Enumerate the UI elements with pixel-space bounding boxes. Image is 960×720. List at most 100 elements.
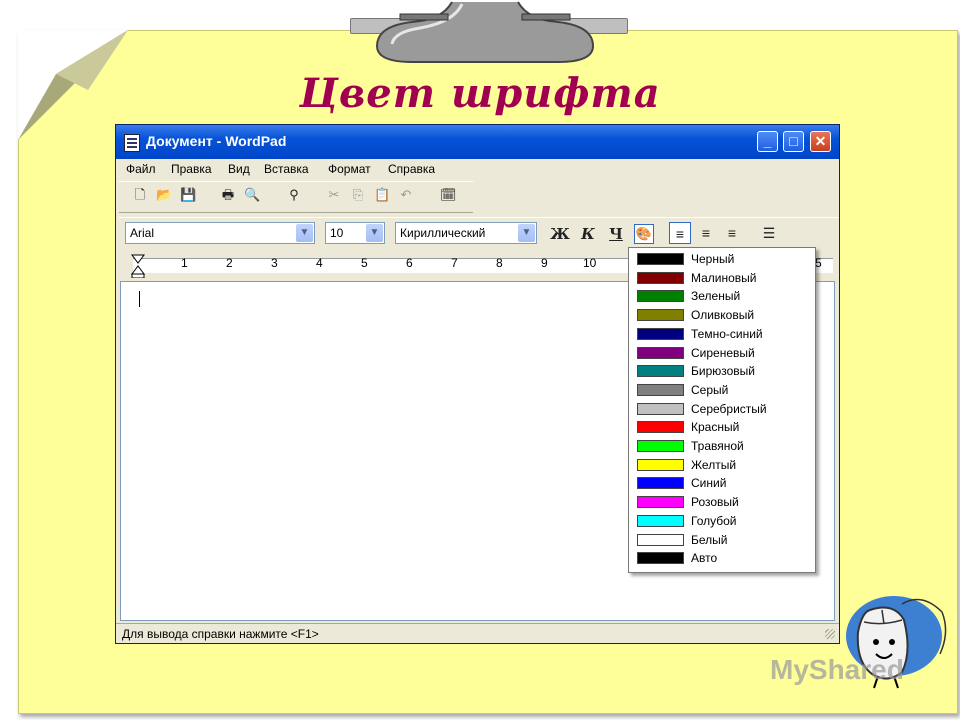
- save-icon[interactable]: 💾: [180, 187, 196, 203]
- maximize-button[interactable]: □: [783, 131, 804, 152]
- color-item-navy[interactable]: Темно-синий: [629, 325, 815, 343]
- color-swatch: [637, 496, 684, 509]
- menu-help[interactable]: Справка: [388, 162, 435, 176]
- script-value: Кириллический: [400, 226, 486, 240]
- color-item-teal[interactable]: Бирюзовый: [629, 362, 815, 380]
- color-item-auto[interactable]: Авто: [629, 549, 815, 567]
- color-swatch: [637, 309, 684, 322]
- menu-insert[interactable]: Вставка: [264, 162, 309, 176]
- color-label: Травяной: [691, 439, 744, 453]
- close-button[interactable]: ✕: [810, 131, 831, 152]
- color-item-purple[interactable]: Сиреневый: [629, 344, 815, 362]
- status-bar: Для вывода справки нажмите <F1>: [116, 623, 839, 644]
- datetime-icon[interactable]: 🗓: [440, 187, 457, 203]
- color-label: Зеленый: [691, 289, 741, 304]
- menu-bar: Файл Правка Вид Вставка Формат Справка: [116, 159, 839, 179]
- color-swatch: [637, 271, 684, 284]
- color-swatch: [637, 552, 684, 565]
- color-item-red[interactable]: Красный: [629, 418, 815, 436]
- color-item-blue[interactable]: Синий: [629, 474, 815, 492]
- ruler-number: 9: [541, 256, 548, 270]
- script-select[interactable]: Кириллический ▼: [395, 222, 537, 244]
- align-left-icon[interactable]: ≡: [669, 222, 691, 244]
- bullets-icon[interactable]: ☰: [758, 222, 780, 244]
- ruler-number: 4: [316, 256, 323, 270]
- color-swatch: [637, 383, 684, 396]
- new-icon[interactable]: 🗋: [132, 187, 148, 203]
- status-text: Для вывода справки нажмите <F1>: [122, 627, 319, 641]
- window-title: Документ - WordPad: [146, 133, 287, 149]
- color-item-maroon[interactable]: Малиновый: [629, 269, 815, 287]
- color-item-silver[interactable]: Серебристый: [629, 400, 815, 418]
- chevron-down-icon[interactable]: ▼: [366, 224, 383, 242]
- italic-button[interactable]: К: [578, 224, 598, 244]
- ruler-number: 2: [226, 256, 233, 270]
- underline-button[interactable]: Ч: [606, 224, 626, 244]
- align-center-icon[interactable]: ≡: [695, 222, 717, 244]
- color-swatch: [637, 421, 684, 434]
- ruler-number: 7: [451, 256, 458, 270]
- font-select[interactable]: Arial ▼: [125, 222, 315, 244]
- color-item-fuchsia[interactable]: Розовый: [629, 493, 815, 511]
- ruler-number: 1: [181, 256, 188, 270]
- menu-file[interactable]: Файл: [126, 162, 156, 176]
- font-color-menu: Черный Малиновый Зеленый Оливковый Темно…: [628, 247, 816, 573]
- color-swatch: [637, 477, 684, 490]
- chevron-down-icon[interactable]: ▼: [518, 224, 535, 242]
- color-label: Оливковый: [691, 308, 755, 323]
- color-swatch: [637, 514, 684, 527]
- color-swatch: [637, 365, 684, 378]
- menu-edit[interactable]: Правка: [171, 162, 212, 176]
- color-item-lime[interactable]: Травяной: [629, 437, 815, 455]
- menu-format[interactable]: Формат: [328, 162, 371, 176]
- color-label: Темно-синий: [691, 326, 763, 341]
- ruler-number: 5: [361, 256, 368, 270]
- color-label: Белый: [691, 532, 728, 547]
- chevron-down-icon[interactable]: ▼: [296, 224, 313, 242]
- color-label: Красный: [691, 420, 740, 435]
- color-item-white[interactable]: Белый: [629, 531, 815, 549]
- color-label: Серый: [691, 382, 729, 397]
- slide: Цвет шрифта Документ - WordPad _ □ ✕ Фай…: [0, 0, 960, 720]
- slide-title: Цвет шрифта: [299, 70, 661, 117]
- ruler-number: 10: [583, 256, 597, 270]
- paste-icon[interactable]: 📋: [374, 187, 390, 203]
- print-icon[interactable]: 🖶: [220, 187, 236, 203]
- ruler-number: 6: [406, 256, 413, 270]
- copy-icon[interactable]: ⎘: [350, 187, 366, 203]
- bold-button[interactable]: Ж: [550, 224, 570, 244]
- binder-clip-icon: [375, 1, 595, 63]
- title-bar[interactable]: Документ - WordPad _ □ ✕: [116, 125, 839, 159]
- document-icon: [124, 134, 140, 152]
- text-caret: [139, 291, 140, 307]
- color-swatch: [637, 253, 684, 265]
- cut-icon[interactable]: ✂: [326, 187, 342, 203]
- color-item-aqua[interactable]: Голубой: [629, 512, 815, 530]
- color-swatch: [637, 402, 684, 415]
- menu-view[interactable]: Вид: [228, 162, 250, 176]
- open-icon[interactable]: 📂: [156, 187, 172, 203]
- print-preview-icon[interactable]: 🔍: [244, 187, 260, 203]
- color-item-olive[interactable]: Оливковый: [629, 306, 815, 324]
- palette-icon[interactable]: 🎨: [634, 224, 654, 244]
- color-item-yellow[interactable]: Желтый: [629, 456, 815, 474]
- color-swatch: [637, 533, 684, 546]
- undo-icon[interactable]: ↶: [398, 187, 414, 203]
- color-label: Розовый: [691, 495, 739, 510]
- indent-marker-icon[interactable]: [131, 254, 145, 278]
- size-select[interactable]: 10 ▼: [325, 222, 385, 244]
- align-right-icon[interactable]: ≡: [721, 222, 743, 244]
- color-label: Серебристый: [691, 401, 767, 416]
- color-item-green[interactable]: Зеленый: [629, 287, 815, 305]
- minimize-button[interactable]: _: [757, 131, 778, 152]
- color-item-gray[interactable]: Серый: [629, 381, 815, 399]
- color-item-black[interactable]: Черный: [629, 250, 815, 268]
- find-icon[interactable]: ⚲: [286, 187, 302, 203]
- color-label: Сиреневый: [691, 345, 755, 360]
- color-swatch: [637, 346, 684, 359]
- font-value: Arial: [130, 226, 155, 240]
- color-label: Желтый: [691, 457, 737, 472]
- color-swatch: [637, 440, 684, 452]
- color-swatch: [637, 327, 684, 340]
- size-value: 10: [330, 226, 344, 240]
